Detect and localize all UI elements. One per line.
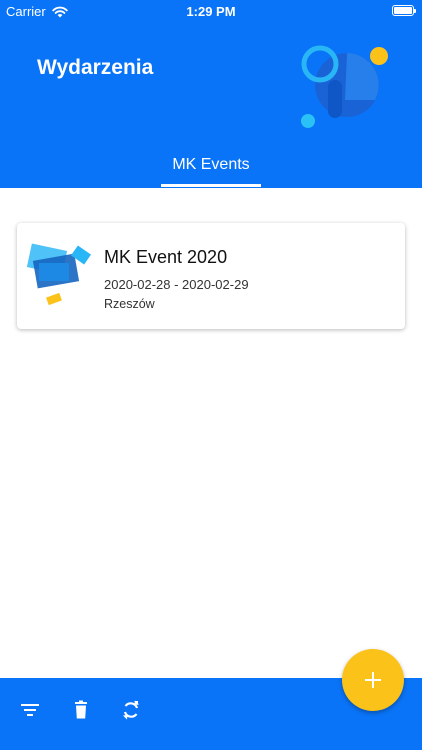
event-shapes-illustration — [26, 243, 91, 306]
trash-icon — [75, 700, 87, 719]
plus-icon — [365, 672, 381, 688]
event-location: Rzeszów — [104, 297, 155, 311]
refresh-button[interactable] — [117, 696, 145, 724]
app-screen: Carrier 1:29 PM Wydarzenia MK Events MK … — [0, 0, 422, 750]
filter-button[interactable] — [16, 696, 44, 724]
delete-button[interactable] — [67, 696, 95, 724]
tab-indicator — [161, 184, 261, 187]
filter-icon — [21, 704, 39, 716]
abstract-circles-illustration — [301, 45, 388, 128]
event-card[interactable]: MK Event 2020 2020-02-28 - 2020-02-29 Rz… — [17, 223, 405, 329]
battery-icon — [392, 5, 416, 16]
status-time: 1:29 PM — [186, 4, 236, 19]
app-header: Carrier 1:29 PM Wydarzenia MK Events — [0, 0, 422, 188]
event-title: MK Event 2020 — [104, 247, 228, 267]
status-bar: Carrier 1:29 PM — [0, 0, 422, 22]
tab-mk-events[interactable]: MK Events — [161, 150, 261, 188]
refresh-icon — [123, 700, 139, 720]
page-title: Wydarzenia — [37, 56, 154, 79]
event-dates: 2020-02-28 - 2020-02-29 — [104, 277, 249, 292]
add-event-button[interactable] — [342, 649, 404, 711]
